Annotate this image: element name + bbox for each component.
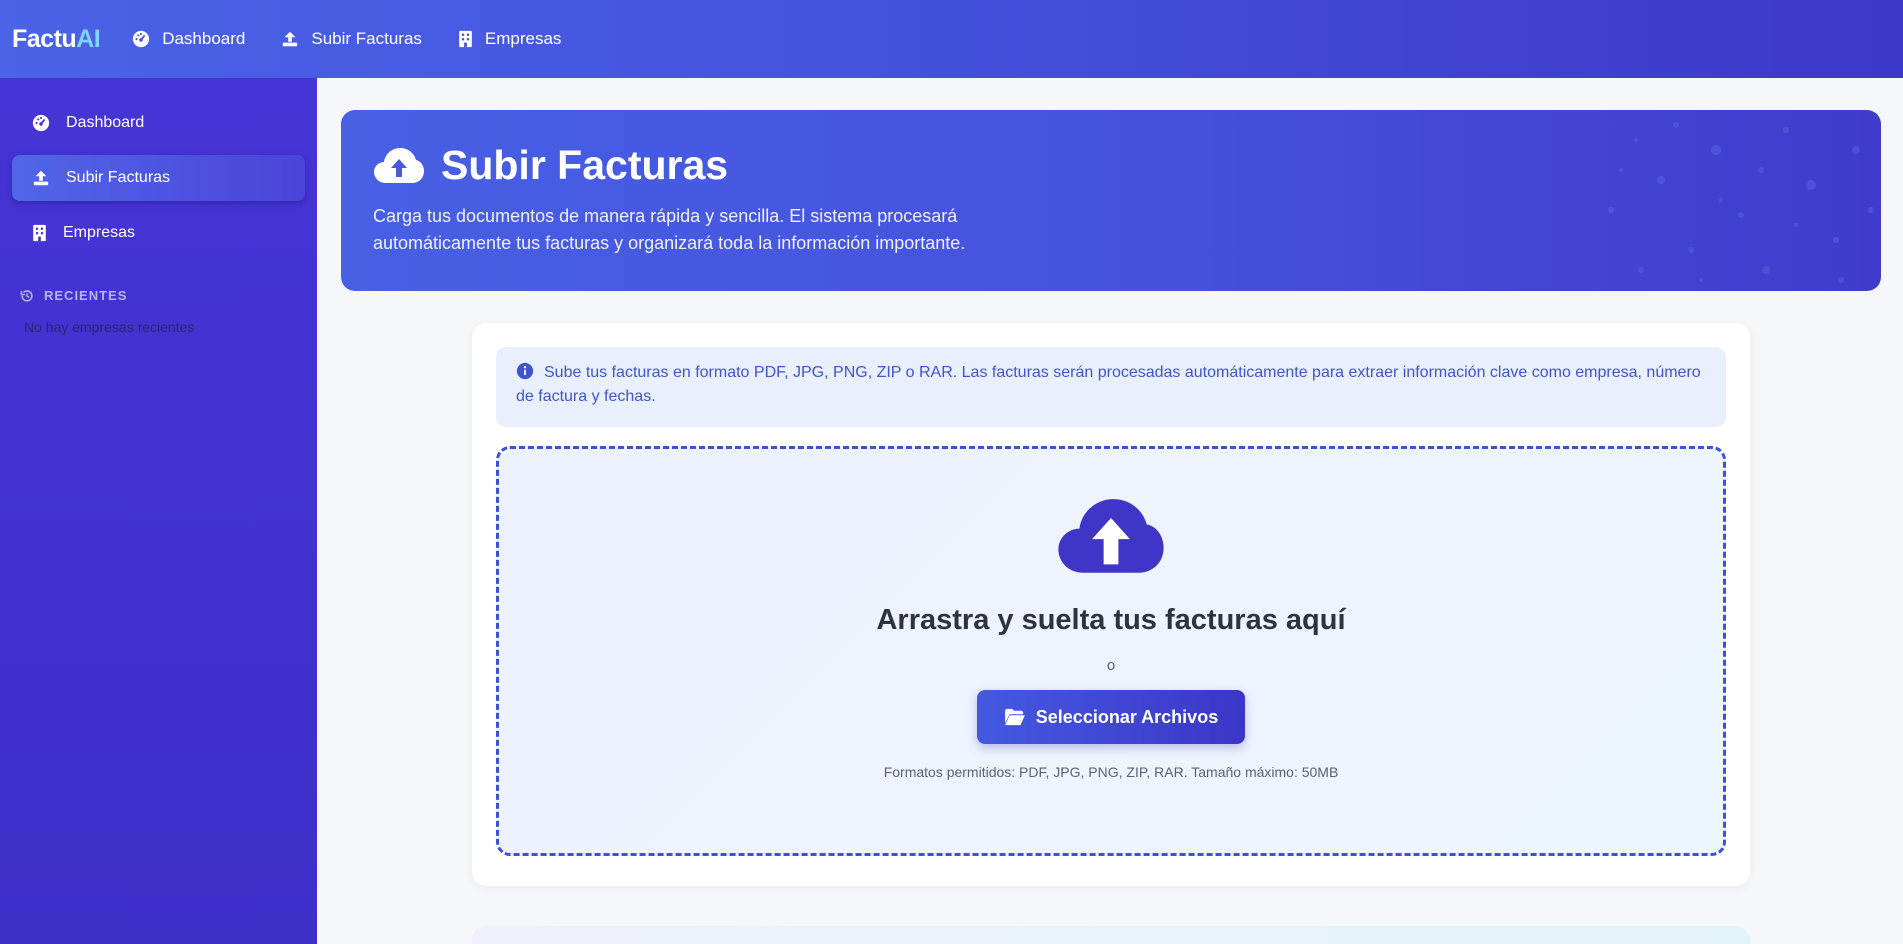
- cloud-upload-icon: [374, 147, 424, 183]
- topnav-item-empresas[interactable]: Empresas: [458, 29, 562, 49]
- info-alert: Sube tus facturas en formato PDF, JPG, P…: [496, 347, 1726, 427]
- sidebar-item-label: Subir Facturas: [66, 169, 171, 186]
- secondary-card: [472, 926, 1750, 944]
- sidebar-item-label: Dashboard: [66, 114, 145, 131]
- page-header: Subir Facturas Carga tus documentos de m…: [341, 110, 1881, 291]
- select-files-button[interactable]: Seleccionar Archivos: [977, 690, 1245, 744]
- sidebar-item-empresas[interactable]: Empresas: [12, 210, 305, 256]
- sidebar: Dashboard Subir Facturas Empresas RECIEN…: [0, 78, 317, 944]
- topnav-item-dashboard[interactable]: Dashboard: [132, 29, 245, 49]
- brand-name-main: Factu: [12, 24, 77, 53]
- upload-card: Sube tus facturas en formato PDF, JPG, P…: [472, 323, 1750, 886]
- building-icon: [33, 224, 46, 242]
- brand-logo[interactable]: FactuAI: [12, 24, 101, 54]
- info-icon: [516, 362, 534, 380]
- sidebar-item-label: Empresas: [63, 224, 136, 241]
- file-dropzone[interactable]: Arrastra y suelta tus facturas aquí o Se…: [496, 446, 1726, 856]
- cloud-upload-icon: [1058, 499, 1164, 573]
- gauge-icon: [32, 114, 50, 132]
- info-text: Sube tus facturas en formato PDF, JPG, P…: [516, 364, 1701, 405]
- upload-icon: [283, 31, 298, 47]
- history-icon: [20, 289, 33, 302]
- gauge-icon: [133, 30, 150, 48]
- folder-open-icon: [1004, 708, 1025, 726]
- topnav-label: Dashboard: [162, 29, 246, 48]
- building-icon: [459, 30, 472, 48]
- upload-icon: [33, 170, 49, 186]
- dropzone-title: Arrastra y suelta tus facturas aquí: [876, 604, 1346, 636]
- recent-heading-label: RECIENTES: [44, 288, 128, 303]
- dots-decoration: [1608, 122, 1874, 283]
- topnav-item-subir-facturas[interactable]: Subir Facturas: [281, 29, 422, 49]
- page-title: Subir Facturas: [441, 142, 729, 188]
- recent-heading: RECIENTES: [20, 288, 317, 303]
- allowed-formats-note: Formatos permitidos: PDF, JPG, PNG, ZIP,…: [883, 764, 1339, 780]
- topnav-label: Empresas: [484, 29, 562, 48]
- recent-empty-text: No hay empresas recientes: [24, 319, 195, 335]
- sidebar-item-subir-facturas[interactable]: Subir Facturas: [12, 155, 305, 201]
- dropzone-or: o: [1106, 657, 1116, 674]
- select-files-label: Seleccionar Archivos: [1035, 706, 1219, 727]
- page-description: Carga tus documentos de manera rápida y …: [373, 206, 966, 253]
- sidebar-item-dashboard[interactable]: Dashboard: [12, 100, 305, 146]
- top-navbar: FactuAI Dashboard Subir Facturas Empresa…: [0, 0, 1903, 78]
- brand-name-accent: AI: [76, 24, 101, 53]
- topnav-label: Subir Facturas: [311, 29, 422, 48]
